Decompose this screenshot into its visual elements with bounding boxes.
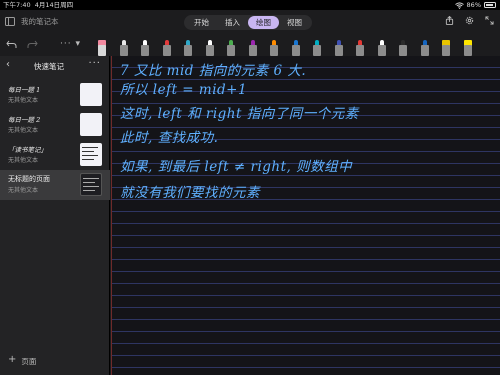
eraser-tool[interactable] (98, 40, 106, 56)
back-icon[interactable]: ‹ (6, 59, 10, 70)
pen-tool[interactable] (184, 40, 192, 56)
sidebar-toggle-icon[interactable] (5, 17, 15, 26)
pen-tool[interactable] (205, 40, 214, 56)
pen-body (162, 45, 171, 56)
pen-tool[interactable] (420, 40, 429, 56)
page-thumbnail (80, 143, 102, 166)
ribbon-tabs: 开始 插入 绘图 视图 (184, 15, 312, 30)
section-more-button[interactable]: ··· (88, 58, 101, 69)
page-list-item[interactable]: 每日一题 2 无其他文本 (0, 110, 110, 140)
pen-tool[interactable] (399, 40, 407, 56)
ink-line-1: 7 又比 mid 指向的元素 6 大. (120, 63, 307, 79)
page-subtitle: 无其他文本 (8, 157, 39, 164)
plus-icon: + (8, 354, 17, 365)
share-icon[interactable] (445, 16, 454, 25)
ink-line-3: 这时, left 和 right 指向了同一个元素 (120, 106, 359, 122)
pen-body (420, 45, 429, 56)
pen-body (291, 45, 300, 56)
pen-tool[interactable] (227, 40, 235, 56)
pen-tool[interactable] (248, 40, 257, 56)
pen-body (98, 45, 106, 56)
undo-icon[interactable] (6, 40, 17, 49)
pen-body (184, 45, 192, 56)
battery-percent: 86% (466, 1, 481, 9)
section-title: 快速笔记 (34, 62, 64, 71)
pen-tray (98, 36, 488, 56)
pen-body (399, 45, 407, 56)
page-title: 每日一题 1 (8, 86, 41, 94)
page-list-item[interactable]: 「读书笔记」 无其他文本 (0, 140, 110, 170)
ink-line-6: 就没有我们要找的元素 (120, 185, 260, 201)
pen-body (248, 45, 257, 56)
pen-body (334, 45, 343, 56)
page-list-item[interactable]: 每日一题 1 无其他文本 (0, 80, 110, 110)
page-thumbnail (80, 113, 102, 136)
pen-body (227, 45, 235, 56)
pen-body (356, 45, 364, 56)
gear-icon[interactable] (465, 16, 474, 25)
status-bar: 下午7:40 4月14日周四 86% (0, 0, 500, 10)
page-title: 无标题的页面 (8, 175, 50, 183)
pen-body (270, 45, 278, 56)
notebook-name[interactable]: 我的笔记本 (21, 16, 59, 27)
page-subtitle: 无其他文本 (8, 97, 39, 104)
pen-tool[interactable] (270, 40, 278, 56)
page-list-sidebar: ‹ 快速笔记 ··· 每日一题 1 无其他文本 每日一题 2 无其他文本 「读书笔记」无… (0, 56, 110, 375)
top-bar: 我的笔记本 开始 插入 绘图 视图 (0, 10, 500, 34)
wifi-icon (454, 1, 464, 9)
ink-line-2: 所以 left = mid+1 (120, 82, 248, 98)
highlighter-tool[interactable] (463, 40, 472, 56)
pen-tool[interactable] (119, 40, 128, 56)
expand-icon[interactable] (485, 16, 494, 25)
status-time: 下午7:40 (3, 1, 31, 9)
pen-body (442, 45, 450, 56)
battery-icon (484, 2, 496, 8)
page-title: 每日一题 2 (8, 116, 41, 124)
margin-line (111, 56, 112, 375)
add-page-button[interactable]: + 页面 (8, 354, 36, 367)
pen-tool[interactable] (377, 40, 386, 56)
drawing-toolbar: ··· ▾ (0, 34, 500, 56)
pen-tool[interactable] (334, 40, 343, 56)
page-list-item[interactable]: 无标题的页面 无其他文本 (0, 170, 110, 200)
page-thumbnail (80, 83, 102, 106)
page-subtitle: 无其他文本 (8, 187, 39, 194)
pen-tool[interactable] (141, 40, 149, 56)
pen-body (119, 45, 128, 56)
status-date: 4月14日周四 (34, 1, 74, 9)
redo-icon[interactable] (27, 40, 38, 49)
pen-tool[interactable] (356, 40, 364, 56)
highlighter-tool[interactable] (442, 40, 450, 56)
note-canvas[interactable]: 7 又比 mid 指向的元素 6 大. 所以 left = mid+1 这时, … (111, 56, 500, 375)
page-title: 「读书笔记」 (8, 146, 47, 154)
tab-draw[interactable]: 绘图 (248, 16, 279, 29)
pen-tool[interactable] (313, 40, 321, 56)
ink-line-5: 如果, 到最后 left ≠ right, 则数组中 (120, 159, 353, 175)
pen-body (377, 45, 386, 56)
tab-view[interactable]: 视图 (279, 16, 310, 29)
pen-tool[interactable] (162, 40, 171, 56)
pen-body (463, 45, 472, 56)
tab-insert[interactable]: 插入 (217, 16, 248, 29)
tab-home[interactable]: 开始 (186, 16, 217, 29)
page-subtitle: 无其他文本 (8, 127, 39, 134)
pen-body (313, 45, 321, 56)
more-tools-button[interactable]: ··· ▾ (60, 39, 81, 49)
pen-body (205, 45, 214, 56)
ink-line-4: 此时, 查找成功. (120, 130, 219, 146)
pen-tool[interactable] (291, 40, 300, 56)
pen-body (141, 45, 149, 56)
page-thumbnail (80, 173, 102, 196)
